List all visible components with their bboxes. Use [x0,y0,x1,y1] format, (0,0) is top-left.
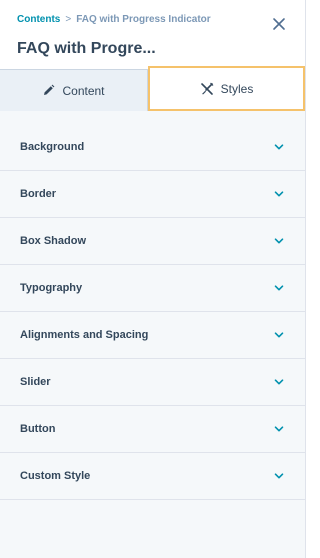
section-button[interactable]: Button [0,406,305,453]
styles-sidebar-panel: Contents > FAQ with Progress Indicator FAQ… [0,0,306,558]
section-custom-style[interactable]: Custom Style [0,453,305,500]
section-label: Slider [20,376,51,388]
section-label: Border [20,188,57,200]
section-slider[interactable]: Slider [0,359,305,406]
section-label: Alignments and Spacing [20,329,149,341]
pencil-icon [42,84,55,97]
tab-bar: Content Styles [0,66,305,111]
chevron-down-icon [273,235,285,247]
chevron-down-icon [273,141,285,153]
section-label: Button [20,423,56,435]
section-border[interactable]: Border [0,171,305,218]
close-icon[interactable] [271,16,287,32]
section-label: Box Shadow [20,235,87,247]
page-title: FAQ with Progre... [17,40,156,57]
chevron-down-icon [273,470,285,482]
section-label: Background [20,141,85,153]
section-box-shadow[interactable]: Box Shadow [0,218,305,265]
breadcrumb-current: FAQ with Progress Indicator [76,14,211,25]
style-sections-list: Background Border Box Shadow Typography … [0,124,305,500]
section-typography[interactable]: Typography [0,265,305,312]
breadcrumb-separator: > [65,14,72,25]
styles-icon [200,82,214,96]
tab-styles-label: Styles [220,81,254,96]
panel-header: Contents > FAQ with Progress Indicator FAQ… [0,0,305,70]
tab-content[interactable]: Content [0,70,148,111]
breadcrumb-contents-link[interactable]: Contents [17,14,60,25]
chevron-down-icon [273,329,285,341]
section-label: Typography [20,282,83,294]
breadcrumb: Contents > FAQ with Progress Indicator [17,14,211,25]
tab-content-label: Content [62,83,105,98]
chevron-down-icon [273,188,285,200]
section-background[interactable]: Background [0,124,305,171]
section-label: Custom Style [20,470,91,482]
chevron-down-icon [273,282,285,294]
chevron-down-icon [273,376,285,388]
section-alignments-and-spacing[interactable]: Alignments and Spacing [0,312,305,359]
tab-styles[interactable]: Styles [148,66,305,111]
chevron-down-icon [273,423,285,435]
